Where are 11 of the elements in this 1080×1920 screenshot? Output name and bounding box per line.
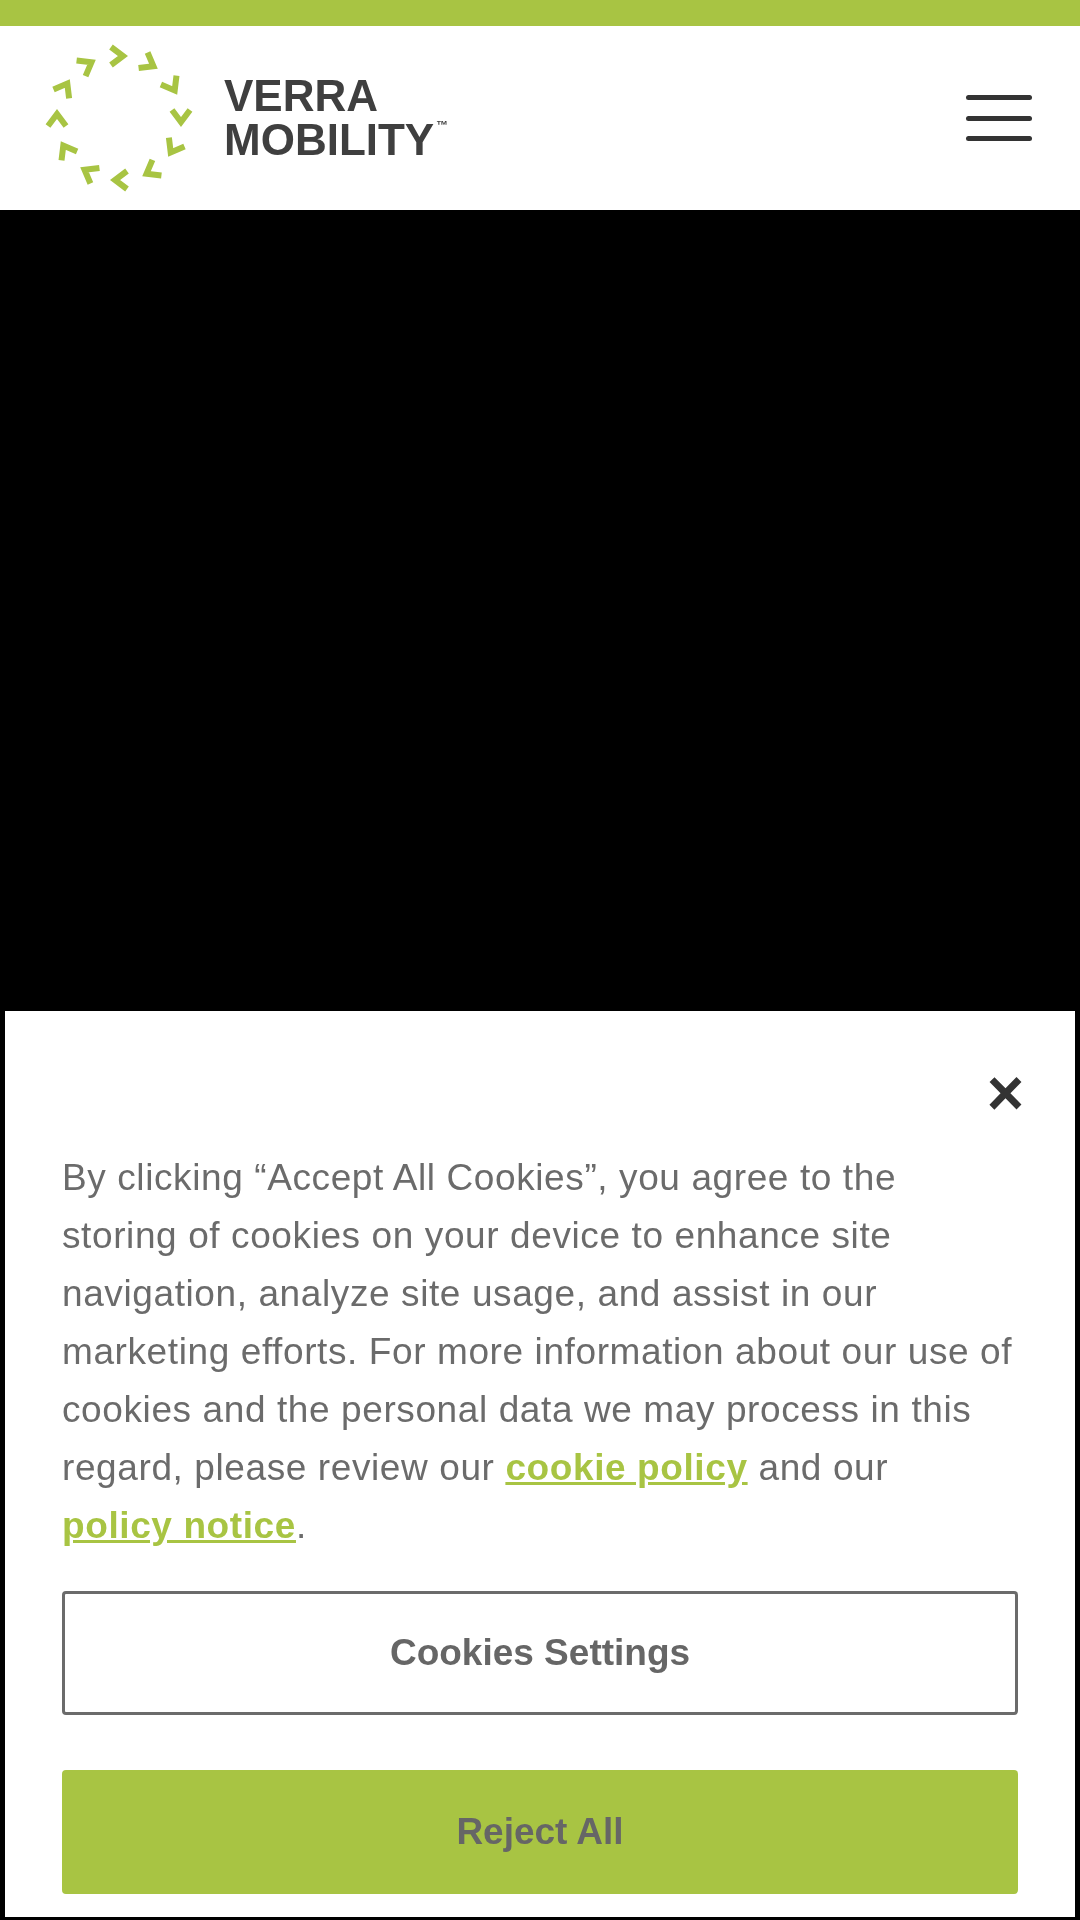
consent-text: By clicking “Accept All Cookies”, you agree to the storing of cookies on your device to enhance site navigation, analyze site usage, and assist in our marketing efforts. For more information about our use of cookies and the personal data we may process in this regard, please review our cookie policy and our policy notice. bbox=[62, 1156, 1014, 1548]
logo-text: VERRA bbox=[224, 74, 380, 118]
logo-text: MOBILITY bbox=[224, 118, 435, 162]
trademark-mark: ™ bbox=[436, 118, 449, 132]
settings-button[interactable]: Cookies Settings bbox=[62, 1591, 1018, 1715]
reject-button[interactable]: Reject All bbox=[62, 1770, 1018, 1894]
policy-notice-link[interactable]: policy notice bbox=[62, 1505, 296, 1546]
close-button[interactable]: × bbox=[978, 1061, 1032, 1125]
logo-icon bbox=[44, 43, 194, 193]
menu-button[interactable] bbox=[966, 93, 1032, 143]
cookie-policy-link[interactable]: cookie policy bbox=[505, 1447, 748, 1488]
